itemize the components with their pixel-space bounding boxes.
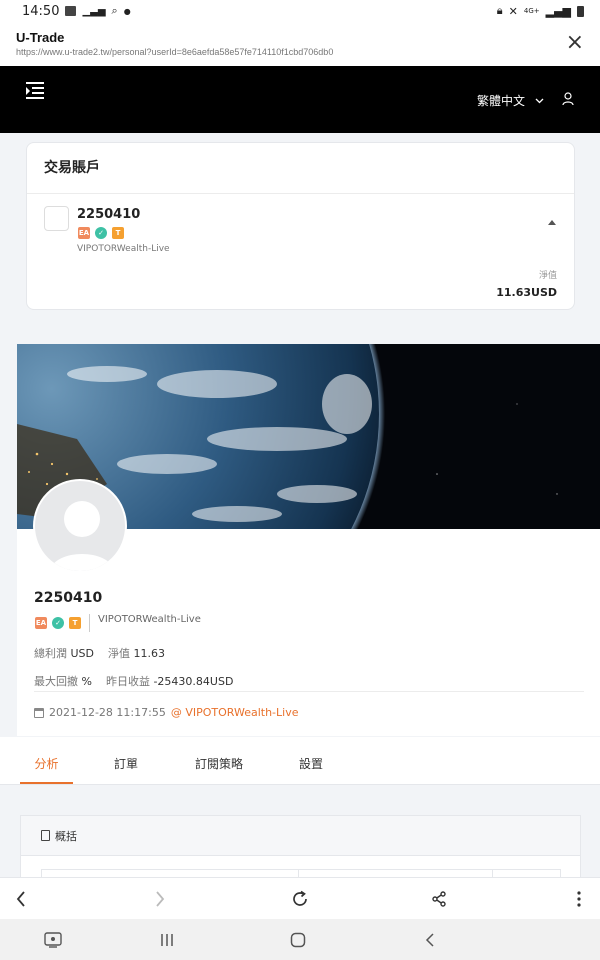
browser-bottom-toolbar — [0, 877, 600, 919]
recent-apps-icon[interactable] — [155, 929, 179, 951]
max-drawdown-label: 最大回撤 — [34, 675, 78, 688]
equity-value: 11.63 — [133, 647, 166, 660]
total-profit-value: USD — [70, 647, 95, 660]
signal-icon: ▂▄▆ — [545, 4, 571, 18]
lock-icon: 🔒︎ — [496, 4, 503, 17]
tab-label: 分析 — [34, 757, 59, 771]
tab-label: 訂閱策略 — [194, 757, 243, 771]
card-title: 交易賬戶 — [27, 143, 574, 194]
tab-orders[interactable]: 訂單 — [113, 737, 139, 784]
yesterday-profit-label: 昨日收益 — [105, 675, 150, 688]
profile-avatar — [33, 479, 127, 573]
menu-icon[interactable] — [26, 82, 46, 99]
tab-label: 設置 — [298, 757, 323, 771]
overview-header: 概括 — [21, 816, 580, 856]
caret-up-icon[interactable] — [548, 220, 556, 225]
calendar-icon — [34, 707, 44, 718]
status-time: 14:50 — [22, 3, 60, 19]
tab-settings[interactable]: 設置 — [298, 737, 324, 784]
site-header: 繁體中文 — [0, 66, 600, 133]
back-arrow-icon[interactable] — [6, 884, 36, 914]
account-server: VIPOTORWealth-Live — [77, 244, 170, 254]
refresh-icon[interactable] — [285, 884, 315, 914]
tab-subscriptions[interactable]: 訂閱策略 — [193, 737, 245, 784]
status-bar: 14:50 ▁▃▅ ⌕ ● 🔒︎ ✕ 4G+ ▂▄▆ — [0, 0, 600, 22]
user-icon[interactable] — [562, 92, 574, 106]
search-notification-icon: ⌕ — [111, 4, 118, 17]
mute-icon: ✕ — [508, 4, 518, 18]
profile-account-id: 2250410 — [34, 590, 103, 606]
created-date: 2021-12-28 11:17:55 — [49, 706, 166, 719]
equity-label: 淨值 — [108, 647, 131, 660]
equity-value: 11.63USD — [496, 286, 557, 299]
back-icon[interactable] — [418, 929, 442, 951]
network-label: 4G+ — [523, 7, 540, 15]
server-link[interactable]: @ VIPOTORWealth-Live — [171, 706, 299, 719]
more-options-icon[interactable] — [564, 884, 594, 914]
screenshot-icon[interactable] — [41, 929, 65, 951]
forward-arrow-icon[interactable] — [145, 884, 175, 914]
ea-badge: EA — [35, 617, 47, 629]
account-id: 2250410 — [77, 207, 141, 222]
trading-account-card: 交易賬戶 2250410 EA ✓ T VIPOTORWealth-Live 淨… — [26, 142, 575, 310]
language-label: 繁體中文 — [476, 94, 525, 108]
overview-title: 概括 — [55, 829, 77, 843]
tab-label: 訂單 — [113, 757, 138, 771]
browser-title: U-Trade — [16, 30, 65, 45]
battery-icon — [577, 5, 584, 17]
t-badge: T — [69, 617, 81, 629]
close-icon[interactable]: × — [566, 32, 584, 54]
profile-stats: 總利潤 USD 淨值 11.63 最大回撤 % 昨日收益 -25430.84US… — [34, 645, 233, 701]
profile-meta: 2021-12-28 11:17:55 @ VIPOTORWealth-Live — [34, 706, 298, 719]
home-icon[interactable] — [286, 929, 310, 951]
chart-notification-icon: ▁▃▅ — [82, 5, 106, 17]
chevron-down-icon — [535, 98, 544, 103]
profile-section: 2250410 EA ✓ T VIPOTORWealth-Live 總利潤 US… — [17, 344, 600, 736]
tab-analysis[interactable]: 分析 — [20, 737, 73, 784]
yesterday-profit-value: -25430.84USD — [153, 675, 234, 688]
browser-url: https://www.u-trade2.tw/personal?userId=… — [16, 47, 334, 57]
divider — [34, 691, 584, 692]
shield-check-icon: ✓ — [95, 227, 107, 239]
profile-server: VIPOTORWealth-Live — [98, 614, 201, 625]
document-icon — [41, 830, 50, 841]
t-badge: T — [112, 227, 124, 239]
equity-label: 淨值 — [538, 271, 557, 281]
account-badges: EA ✓ T — [78, 227, 124, 239]
browser-title-bar: U-Trade https://www.u-trade2.tw/personal… — [0, 22, 600, 66]
divider — [89, 614, 90, 632]
ea-badge: EA — [78, 227, 90, 239]
photo-notification-icon — [65, 6, 77, 16]
max-drawdown-value: % — [81, 675, 92, 688]
account-row[interactable]: 2250410 EA ✓ T VIPOTORWealth-Live 淨值 11.… — [27, 194, 574, 310]
shield-check-icon: ✓ — [52, 617, 64, 629]
tab-bar: 分析 訂單 訂閱策略 設置 — [0, 737, 600, 785]
language-selector[interactable]: 繁體中文 — [477, 92, 544, 109]
dot-icon: ● — [123, 6, 131, 16]
account-avatar — [44, 206, 69, 231]
android-nav-bar — [0, 919, 600, 960]
share-icon[interactable] — [424, 884, 454, 914]
total-profit-label: 總利潤 — [34, 647, 67, 660]
profile-badges: EA ✓ T — [35, 614, 92, 632]
